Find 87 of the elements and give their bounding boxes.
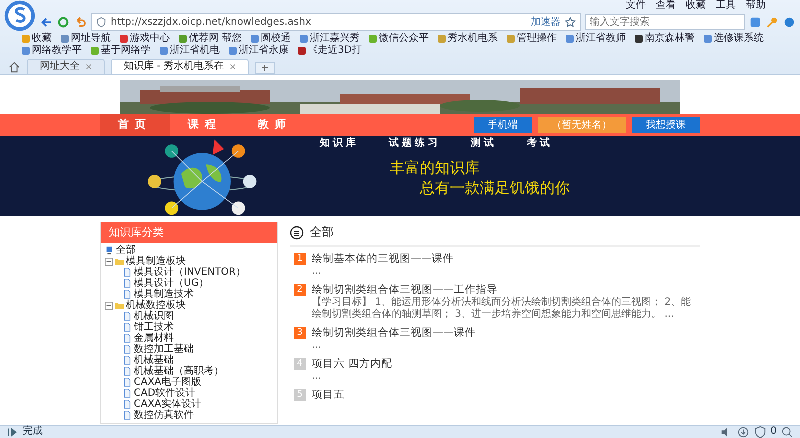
folder-icon xyxy=(115,301,124,310)
close-icon[interactable] xyxy=(86,64,92,70)
article-link[interactable]: 绘制切割类组合体三视图——课件 xyxy=(312,326,476,340)
article-summary: ... xyxy=(311,371,323,383)
shield-icon[interactable] xyxy=(754,426,767,438)
bookmark-item[interactable]: 秀水机电系 xyxy=(438,33,498,45)
star-icon[interactable] xyxy=(565,16,576,28)
article-link[interactable]: 绘制切割类组合体三视图——工作指导 xyxy=(312,283,498,297)
subnav-link[interactable]: 考试 xyxy=(527,136,553,150)
bookmark-item[interactable]: 基于网络学 xyxy=(91,45,151,57)
article-link[interactable]: 绘制基本体的三视图——课件 xyxy=(312,252,454,266)
tree-item[interactable]: 模具制造技术 xyxy=(134,289,194,300)
bookmark-item[interactable]: 微信公众平 xyxy=(369,33,430,45)
new-tab-button[interactable] xyxy=(254,62,275,74)
close-icon[interactable] xyxy=(230,64,236,70)
article-summary: 【学习目标】 1、能运用形体分析法和线面分析法绘制切割类组合体的三视图； 2、能绘制切割类组合体的轴测草图； 3、进一步培养空间想象能力和空间思维能力。 ... xyxy=(311,297,692,321)
rank-number: 3 xyxy=(294,327,306,339)
article-link[interactable]: 项目五 xyxy=(312,388,345,402)
home-icon[interactable] xyxy=(8,61,21,74)
tree-item[interactable]: 钳工技术 xyxy=(134,322,174,333)
computer-icon xyxy=(105,246,114,255)
article-summary: ... xyxy=(311,340,323,352)
download-icon[interactable] xyxy=(736,426,750,438)
tree-item[interactable]: CAXA实体设计 xyxy=(134,399,202,410)
header-button[interactable]: 手机端 xyxy=(474,117,532,133)
article-link[interactable]: 项目六 四方内配 xyxy=(312,357,392,371)
back-icon[interactable] xyxy=(40,16,53,28)
tree-item[interactable]: CAXA电子图版 xyxy=(134,377,202,388)
toolbar-icon[interactable] xyxy=(749,16,762,28)
bookmark-item[interactable]: 浙江省机电 xyxy=(160,45,220,57)
slogan-text: 丰富的知识库 xyxy=(390,158,481,178)
blocked-count: 0 xyxy=(770,426,777,438)
bookmark-item[interactable]: 网址导航 xyxy=(61,33,111,45)
shield-icon xyxy=(96,16,107,28)
rank-number: 1 xyxy=(294,253,306,265)
search-field[interactable]: 输入文字搜索 xyxy=(585,14,745,30)
bookmark-item[interactable]: 浙江省永康 xyxy=(229,45,289,57)
header-button[interactable]: 我想授课 xyxy=(632,117,700,133)
menu-item[interactable]: 工具 xyxy=(716,0,736,12)
menu-item[interactable]: 查看 xyxy=(656,0,676,12)
bookmark-item[interactable]: 圆校通 xyxy=(251,33,292,45)
tree-item[interactable]: 模具制造板块 xyxy=(126,256,186,267)
browser-tab[interactable]: 网址大全 xyxy=(27,59,105,74)
tree-item[interactable]: 模具设计（INVENTOR） xyxy=(134,267,246,278)
tree-item[interactable]: 金属材料 xyxy=(134,333,174,344)
sidebar-toggle-icon[interactable] xyxy=(6,426,19,438)
browser-tab[interactable]: 知识库 - 秀水机电系在 xyxy=(111,59,249,74)
menu-item[interactable]: 帮助 xyxy=(746,0,766,12)
browser-logo-icon[interactable] xyxy=(4,0,36,32)
address-bar[interactable]: http://xszzjdx.oicp.net/knowledges.ashx 加速器 xyxy=(91,13,581,31)
bookmark-item[interactable]: 《走近3D打 xyxy=(298,45,362,57)
folder-icon xyxy=(115,257,124,266)
bookmark-item[interactable]: 浙江省教师 xyxy=(566,33,626,45)
bookmark-item[interactable]: 浙江嘉兴秀 xyxy=(300,33,360,45)
tree-item[interactable]: 机械数控板块 xyxy=(126,300,186,311)
list-icon xyxy=(290,226,304,240)
rank-number: 2 xyxy=(294,284,306,296)
bookmark-item[interactable]: 选修课系统 xyxy=(704,33,764,45)
menu-item[interactable]: 收藏 xyxy=(686,0,706,12)
tree-item[interactable]: 数控仿真软件 xyxy=(134,410,194,421)
subnav-link[interactable]: 知识库 xyxy=(320,136,359,150)
bookmark-item[interactable]: 南京森林警 xyxy=(635,33,696,45)
toolbar-icon[interactable] xyxy=(783,16,796,28)
slogan-text: 总有一款满足饥饿的你 xyxy=(419,178,571,198)
bookmark-item[interactable]: 网络教学平 xyxy=(22,45,82,57)
refresh-icon[interactable] xyxy=(57,16,70,28)
tree-item[interactable]: 模具设计（UG） xyxy=(134,278,210,289)
tree-item[interactable]: 全部 xyxy=(116,245,136,256)
tree-item[interactable]: 机械基础（高职考） xyxy=(134,366,224,377)
collapse-toggle[interactable] xyxy=(105,258,113,266)
bookmark-item[interactable]: 管理操作 xyxy=(507,33,558,45)
tree-item[interactable]: 机械基础 xyxy=(134,355,174,366)
nav-tab[interactable]: 首页 xyxy=(100,114,170,136)
status-text: 完成 xyxy=(23,426,43,438)
bookmark-item[interactable]: 收藏 xyxy=(22,33,52,45)
article-summary: ... xyxy=(311,266,323,278)
tree-item[interactable]: 数控加工基础 xyxy=(134,344,194,355)
zoom-icon[interactable] xyxy=(781,426,794,438)
bookmark-item[interactable]: 游戏中心 xyxy=(120,33,170,45)
subnav-link[interactable]: 试题练习 xyxy=(389,136,441,150)
subnav-link[interactable]: 测试 xyxy=(471,136,497,150)
tree-item[interactable]: 机械识图 xyxy=(134,311,174,322)
section-title: 全部 xyxy=(310,224,334,241)
bookmark-item[interactable]: 优荐网 帮您 xyxy=(179,33,242,45)
panel-title: 知识库分类 xyxy=(101,222,277,243)
tree-item[interactable]: CAD软件设计 xyxy=(134,388,196,399)
collapse-toggle[interactable] xyxy=(105,302,113,310)
